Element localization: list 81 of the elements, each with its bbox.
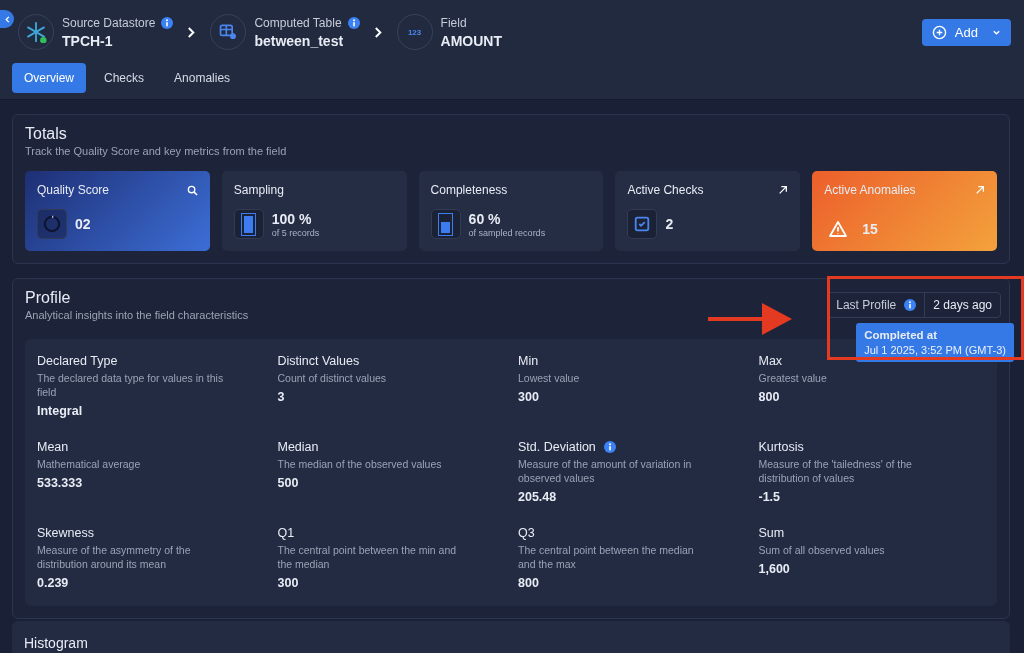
metric-value: 2 [665,216,674,232]
stat-value: 800 [758,390,781,404]
chevron-right-icon [187,25,197,39]
stat-label: Declared Type [37,354,118,368]
stat-value: 300 [277,576,300,590]
breadcrumb-value[interactable]: AMOUNT [440,32,502,49]
number-type-icon: 123 [407,27,422,37]
stat-description: Lowest value [518,371,581,385]
snowflake-icon [25,21,47,43]
stat-value: 0.239 [37,576,70,590]
stat-description: Sum of all observed values [758,543,886,557]
stat-label: Median [277,440,319,454]
stat-label: Skewness [37,526,94,540]
stat-label: Max [758,354,783,368]
plus-circle-icon [931,24,947,40]
stat-value: 800 [518,576,540,590]
table-icon [218,22,239,42]
stat-value: 3 [277,390,286,404]
section-title: Histogram [24,635,88,651]
stat-description: Measure of the asymmetry of the distribution around its mean [37,543,192,571]
stat-description: Count of distinct values [277,371,388,385]
breadcrumb-label: Source Datastore [62,15,156,30]
search-icon[interactable] [186,184,198,196]
external-link-icon[interactable] [778,185,789,195]
section-title: Profile [25,289,72,307]
stat-value: 300 [518,390,540,404]
add-button[interactable]: Add [921,18,1011,46]
tab[interactable]: Overview [12,63,86,93]
stat-label: Q3 [518,526,535,540]
metric-label: Active Anomalies [824,183,916,197]
last-profile-value: 2 days ago [932,297,993,314]
metric-caption: of sampled records [468,227,546,238]
tooltip-text: Jul 1 2025, 3:52 PM (GMT-3) [864,344,1006,356]
section-subtitle: Analytical insights into the field characteristics [25,309,249,321]
metric-label: Sampling [233,183,284,197]
stat-value: Integral [37,404,84,418]
last-profile-label: Last Profile [836,298,897,312]
tab[interactable]: Anomalies [162,63,243,93]
metric-value: 15 [862,221,878,237]
collapse-button[interactable] [0,10,14,28]
tooltip-title: Completed at [864,329,938,341]
stat-value: 533.333 [37,476,84,490]
stat-label: Min [518,354,539,368]
checkbox-icon [633,215,652,233]
stat-description: The median of the observed values [277,457,443,471]
stat-value: -1.5 [758,490,782,504]
section-subtitle: Track the Quality Score and key metrics from the field [25,145,288,157]
stat-description: Measure of the amount of variation in observed values [518,457,693,485]
stat-description: The central point between the min and the median [277,543,458,571]
metric-value: 02 [75,216,91,232]
stat-label: Sum [758,526,785,540]
metric-label: Active Checks [627,183,704,197]
gauge-icon [43,215,61,233]
breadcrumb-value[interactable]: between_test [254,32,360,49]
stat-label: Kurtosis [758,440,804,454]
stat-label: Mean [37,440,69,454]
info-icon [904,299,917,311]
chevron-right-icon [373,25,383,39]
section-title: Totals [25,125,68,143]
stat-description: The declared data type for values in this field [37,371,225,399]
stat-value: 500 [277,476,300,490]
metric-label: Completeness [430,183,508,197]
stat-description: Measure of the 'tailedness' of the distribution of values [758,457,913,485]
tab[interactable]: Checks [92,63,157,93]
metric-caption: of 5 records [271,227,320,238]
metric-label: Quality Score [37,183,110,197]
stat-value: 205.48 [518,490,558,504]
metric-value: 60 % [468,210,502,227]
stat-description: The central point between the median and the max [518,543,695,571]
stat-label: Distinct Values [277,354,360,368]
breadcrumb-value[interactable]: TPCH-1 [62,32,174,49]
stat-label: Std. Deviation [518,440,596,454]
chevron-left-icon [3,15,11,23]
breadcrumb-label: Field [440,15,467,30]
warning-icon [828,219,849,239]
stat-description: Greatest value [758,371,828,385]
breadcrumb-label: Computed Table [254,15,342,30]
stat-value: 1,600 [758,562,791,576]
stat-description: Mathematical average [37,457,142,471]
stat-label: Q1 [277,526,295,540]
metric-value: 100 % [271,210,313,227]
